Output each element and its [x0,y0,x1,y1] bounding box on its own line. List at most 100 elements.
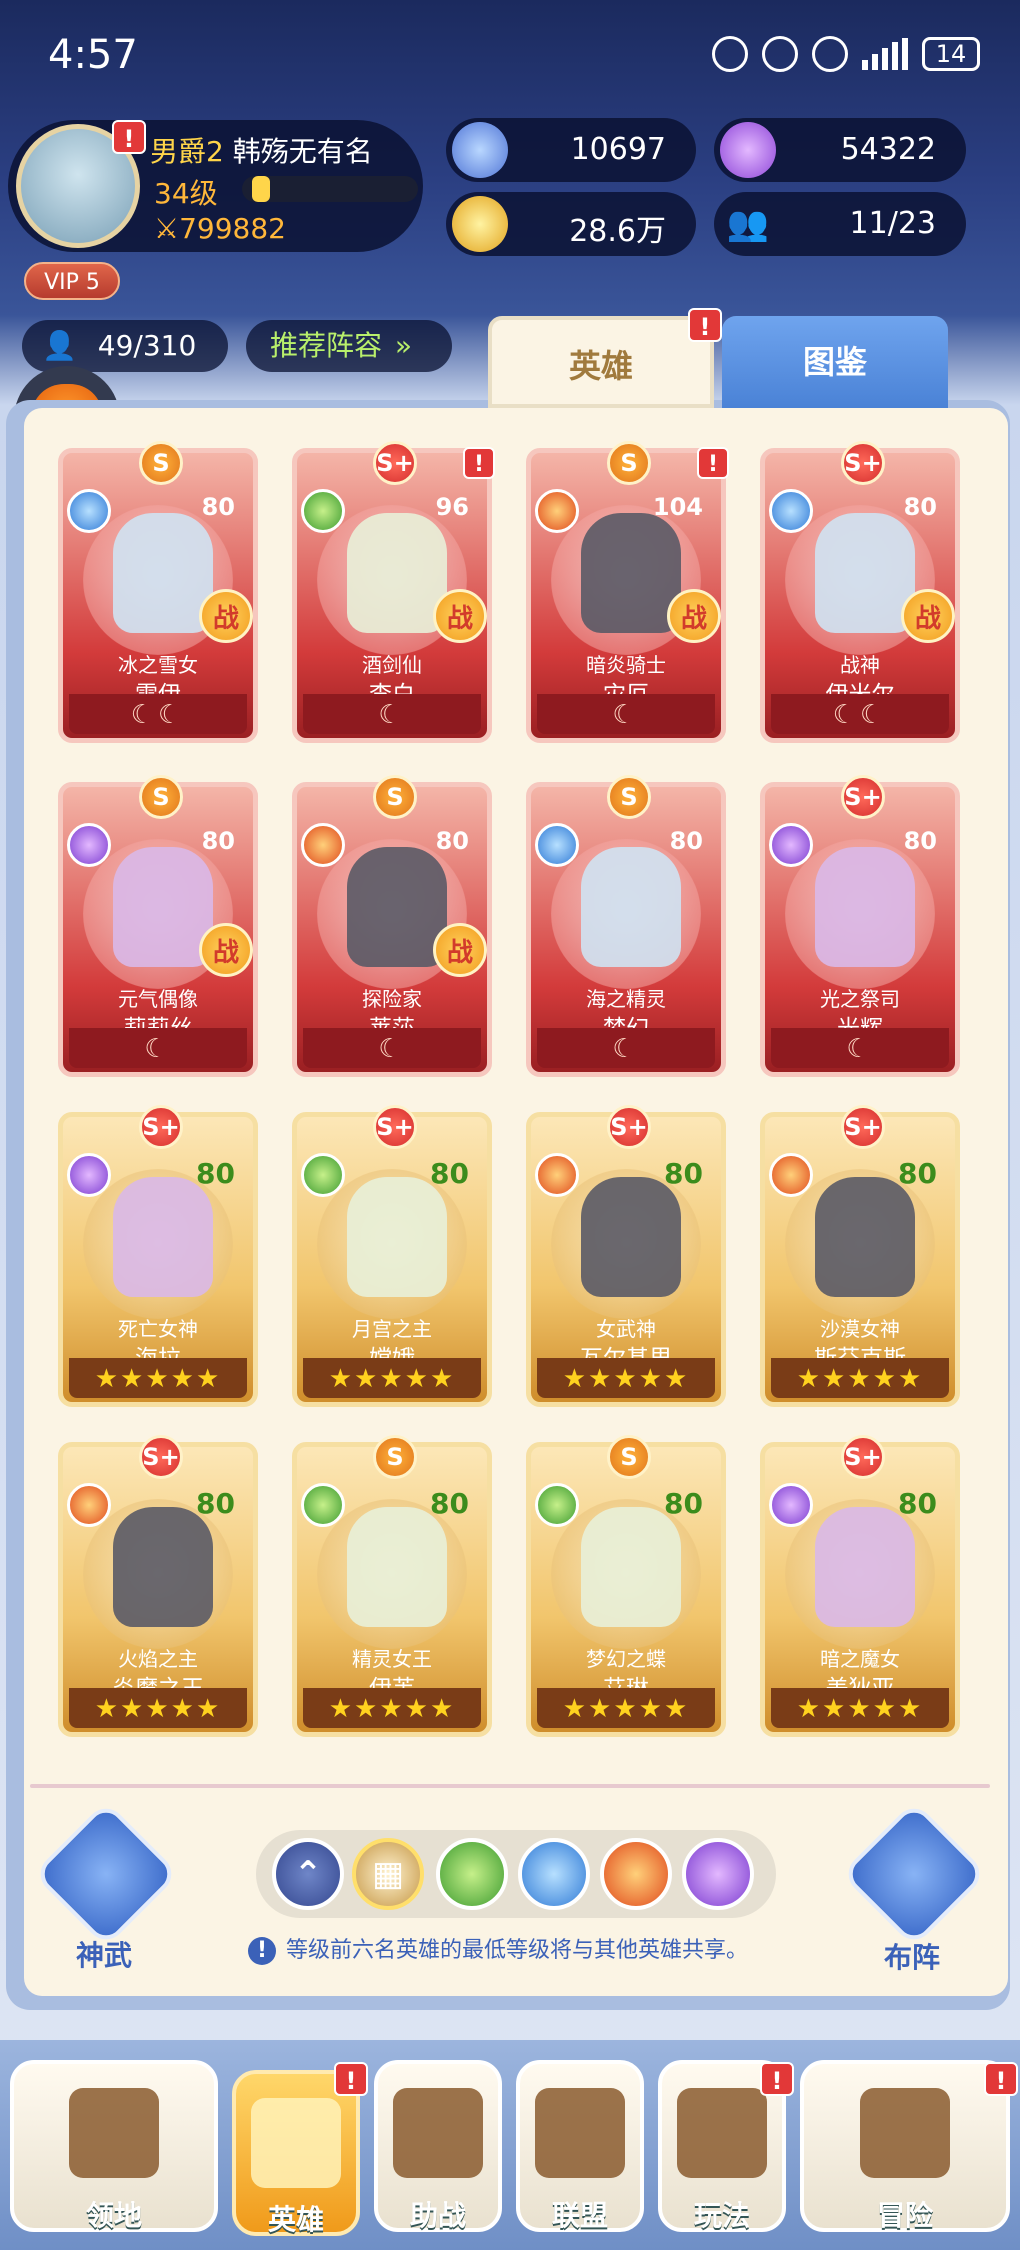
hero-title: 暗之魔女 [820,1647,900,1671]
star-rank: ★★★★★ [562,1694,690,1724]
hero-card[interactable]: S+80战战神伊米尔☾☾ [760,441,960,743]
hero-title: 梦幻之蝶 [586,1647,666,1671]
hero-card[interactable]: S+80暗之魔女美狄亚★★★★★ [760,1435,960,1737]
fire-element-icon [67,1483,111,1527]
nav-label: 玩法 [693,2199,750,2232]
filter-upgrade-button[interactable]: ⌃ [272,1838,344,1910]
hero-title: 女武神 [596,1317,656,1341]
hero-card[interactable]: S+80死亡女神海拉★★★★★ [58,1105,258,1407]
player-name: 男爵2 韩殇无有名 [150,130,373,170]
nav-item[interactable]: 助战 [374,2060,502,2232]
wood-element-icon [301,1153,345,1197]
hero-portrait [113,1177,213,1297]
moon-rank: ☾ [612,1034,640,1064]
alert-icon: ! [760,2062,794,2096]
nav-icon [677,2088,767,2178]
hero-portrait [581,1177,681,1297]
hero-portrait [815,847,915,967]
moon-rank: ☾ [378,700,406,730]
hero-card[interactable]: S80梦幻之蝶艾琳★★★★★ [526,1435,726,1737]
nav-item[interactable]: 领地 [10,2060,218,2232]
hero-level: 96 [435,493,469,521]
gem-resource[interactable]: 54322 [714,118,966,182]
arcane-element-icon [769,823,813,867]
filter-wood-button[interactable] [436,1838,508,1910]
nav-item[interactable]: 联盟 [516,2060,644,2232]
gem-icon [720,122,776,178]
arcane-element-icon [67,823,111,867]
eye-icon [762,36,798,72]
grade-badge: S [607,441,651,485]
hero-portrait [815,513,915,633]
fire-element-icon [535,489,579,533]
hero-count[interactable]: 👤 49/310 [22,320,228,372]
arcane-element-icon [769,1483,813,1527]
hero-card[interactable]: S80精灵女王伊芙★★★★★ [292,1435,492,1737]
filter-fire-button[interactable] [600,1838,672,1910]
player-panel[interactable]: ! 男爵2 韩殇无有名 34级 ⚔799882 [8,120,423,252]
level-progress-bar [242,176,418,202]
star-rank: ★★★★★ [562,1364,690,1394]
formation-label: 布阵 [884,1941,941,1974]
divine-weapon-label: 神武 [76,1939,133,1972]
battle-badge: 战 [901,589,955,643]
members-resource[interactable]: 👥 11/23 [714,192,966,256]
filter-ice-button[interactable] [518,1838,590,1910]
battle-badge: 战 [433,923,487,977]
filter-arcane-button[interactable] [682,1838,754,1910]
nav-label: 领地 [85,2199,142,2232]
player-rank: 男爵2 [150,135,224,168]
grade-badge: S [139,775,183,819]
tab-atlas[interactable]: 图鉴 [722,316,948,408]
star-rank: ★★★★★ [796,1694,924,1724]
hero-title: 冰之雪女 [118,653,198,677]
people-icon: 👥 [726,204,770,244]
bottom-nav: 领地 英雄! 助战 联盟 玩法! 冒险! [0,2040,1020,2250]
filter-all-button[interactable]: ▦ [352,1838,424,1910]
nav-item[interactable]: 冒险 [800,2060,1010,2232]
recommend-lineup-button[interactable]: 推荐阵容 » [246,320,452,372]
hero-level: 80 [201,493,235,521]
hero-title: 火焰之主 [118,1647,198,1671]
hero-title: 光之祭司 [820,987,900,1011]
tip-text: 等级前六名英雄的最低等级将与其他英雄共享。 [286,1938,749,1963]
hero-card[interactable]: S80战冰之雪女雪伊☾☾ [58,441,258,743]
hero-card[interactable]: S80战探险家莱莎☾ [292,775,492,1077]
info-icon: ! [248,1937,276,1965]
star-rank: ★★★★★ [328,1364,456,1394]
hero-title: 元气偶像 [118,987,198,1011]
star-resource[interactable]: 10697 [446,118,696,182]
hero-card[interactable]: S+80女武神瓦尔基里★★★★★ [526,1105,726,1407]
chevron-up-icon: ⌃ [293,1854,323,1894]
moon-rank: ☾☾ [130,700,186,730]
ice-element-icon [535,823,579,867]
hero-level: 80 [196,1157,235,1190]
alert-icon: ! [697,447,729,479]
hero-card[interactable]: S80海之精灵梦幻☾ [526,775,726,1077]
hero-card[interactable]: S+80光之祭司光辉☾ [760,775,960,1077]
grade-badge: S+ [373,1105,417,1149]
coin-resource[interactable]: 28.6万 [446,192,696,256]
grid-icon: ▦ [371,1854,405,1894]
hero-title: 酒剑仙 [362,653,422,677]
star-rank: ★★★★★ [328,1694,456,1724]
hero-level: 80 [435,827,469,855]
hero-card[interactable]: S+96战酒剑仙李白☾! [292,441,495,743]
hero-portrait [815,1177,915,1297]
hero-card[interactable]: S+80月宫之主嫦娥★★★★★ [292,1105,492,1407]
tab-heroes[interactable]: 英雄 [488,316,714,408]
hero-card[interactable]: S+80沙漠女神斯芬克斯★★★★★ [760,1105,960,1407]
hero-title: 海之精灵 [586,987,666,1011]
wood-element-icon [301,1483,345,1527]
vip-badge[interactable]: VIP 5 [24,262,120,300]
grade-badge: S+ [139,1105,183,1149]
hero-title: 精灵女王 [352,1647,432,1671]
hero-card[interactable]: S104战暗炎骑士灾厄☾! [526,441,729,743]
grade-badge: S+ [841,1435,885,1479]
signal-icon [862,38,908,70]
hero-title: 沙漠女神 [820,1317,900,1341]
star-rank: ★★★★★ [796,1364,924,1394]
hero-card[interactable]: S80战元气偶像莉莉丝☾ [58,775,258,1077]
hero-card[interactable]: S+80火焰之主炎魔之王★★★★★ [58,1435,258,1737]
grade-badge: S+ [373,441,417,485]
